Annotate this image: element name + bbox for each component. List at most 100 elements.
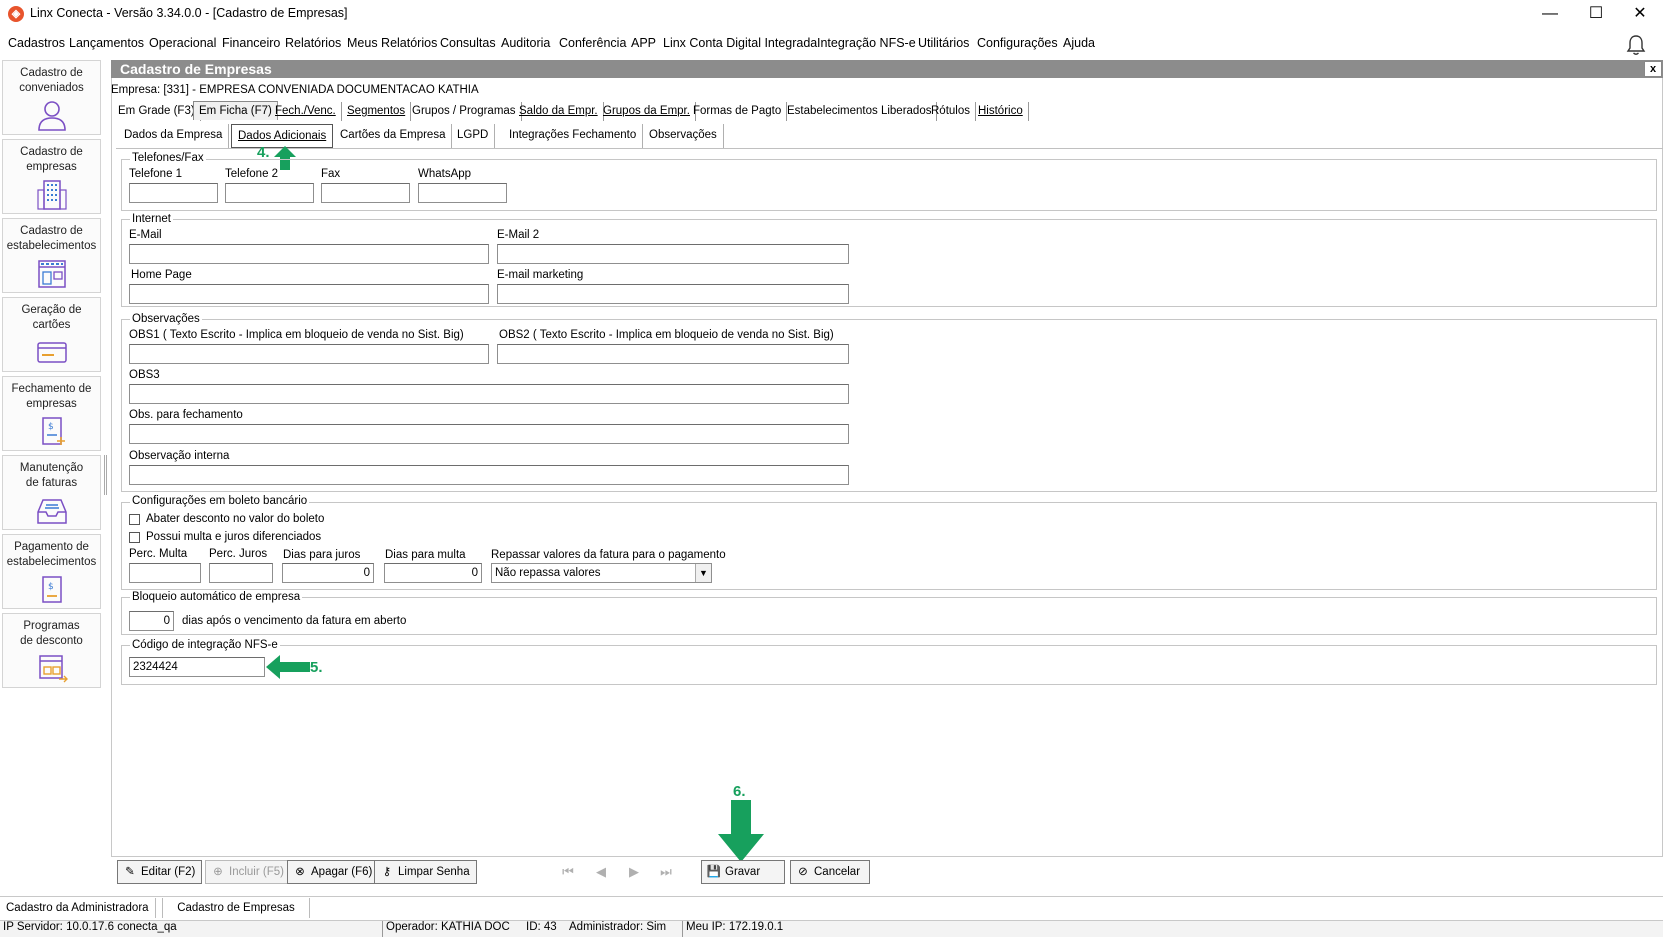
internet-title: Internet [130,213,173,225]
menu-integracao-nfse[interactable]: Integração NFS-e [817,36,916,50]
menu-lancamentos[interactable]: Lançamentos [69,36,144,50]
last-record-icon[interactable]: ⏭ [655,864,677,880]
perc-juros-input[interactable] [209,563,273,583]
discount-icon [38,655,68,683]
sidebar-item-faturas[interactable]: Manutenção de faturas [2,455,101,530]
gravar-button[interactable]: 💾 Gravar [701,860,785,884]
tab-integracoes-fechamento[interactable]: Integrações Fechamento [503,124,644,148]
tab-historico[interactable]: Histórico [973,102,1029,121]
bloqueio-dias-input[interactable]: 0 [129,611,174,631]
obs2-input[interactable] [497,344,849,364]
fax-input[interactable] [321,183,410,203]
cancelar-button[interactable]: ⊘ Cancelar [790,860,870,884]
menu-linx-conta-digital[interactable]: Linx Conta Digital Integrada [663,36,817,50]
form-close-button[interactable]: x [1644,61,1662,77]
sidebar-item-cartoes[interactable]: Geração de cartões [2,297,101,372]
boleto-title: Configurações em boleto bancário [130,495,310,507]
obs3-label: OBS3 [129,369,160,381]
dias-juros-input[interactable]: 0 [282,563,374,583]
editar-button[interactable]: ✎ Editar (F2) [117,860,203,884]
empresa-label: Empresa: [331] - EMPRESA CONVENIADA DOCU… [111,84,479,96]
sidebar-item-empresas[interactable]: Cadastro de empresas [2,139,101,214]
sidebar-item-estabelecimentos[interactable]: Cadastro de estabelecimentos [2,218,101,293]
tab-estabelecimentos-liberados[interactable]: Estabelecimentos Liberados [782,102,938,121]
email2-label: E-Mail 2 [497,229,540,241]
menu-utilitarios[interactable]: Utilitários [918,36,969,50]
tab-cartoes-empresa[interactable]: Cartões da Empresa [334,124,453,148]
tab-dados-adicionais[interactable]: Dados Adicionais [231,124,334,148]
repassar-select[interactable]: Não repassa valores ▼ [491,563,712,583]
menu-relatorios[interactable]: Relatórios [285,36,341,50]
dias-multa-input[interactable]: 0 [384,563,482,583]
fax-label: Fax [321,168,341,180]
minimize-button[interactable]: — [1527,0,1573,28]
menu-ajuda[interactable]: Ajuda [1063,36,1095,50]
tab-segmentos[interactable]: Segmentos [342,102,412,121]
menu-configuracoes[interactable]: Configurações [977,36,1058,50]
menu-conferencia[interactable]: Conferência [559,36,626,50]
apagar-button[interactable]: ⊗ Apagar (F6) [287,860,380,884]
obs3-input[interactable] [129,384,849,404]
sidebar-label: Fechamento de empresas [11,383,92,410]
next-record-icon[interactable]: ▶ [623,864,645,880]
menu-meus-relatorios[interactable]: Meus Relatórios [347,36,437,50]
status-servidor: IP Servidor: 10.0.17.6 conecta_qa [3,921,177,933]
menu-app[interactable]: APP [631,36,656,50]
obs-interna-label: Observação interna [129,450,230,462]
whatsapp-input[interactable] [418,183,507,203]
multa-juros-checkbox[interactable] [129,532,140,543]
prev-record-icon[interactable]: ◀ [590,864,612,880]
email-marketing-input[interactable] [497,284,849,304]
dias-juros-label: Dias para juros [283,549,361,561]
telefone1-input[interactable] [129,183,218,203]
sidebar-label: Cadastro de estabelecimentos [6,225,97,252]
menu-financeiro[interactable]: Financeiro [222,36,280,50]
abater-desconto-checkbox[interactable] [129,514,140,525]
perc-multa-input[interactable] [129,563,201,583]
menu-auditoria[interactable]: Auditoria [501,36,550,50]
tab-cadastro-administradora[interactable]: Cadastro da Administradora [0,898,156,918]
gravar-label: Gravar [725,866,761,878]
tab-cadastro-empresas[interactable]: Cadastro de Empresas [162,898,310,918]
tab-grupos-empr[interactable]: Grupos da Empr. [598,102,696,121]
menu-consultas[interactable]: Consultas [440,36,496,50]
telefone2-input[interactable] [225,183,314,203]
email-marketing-label: E-mail marketing [497,269,584,281]
sidebar-item-fechamento[interactable]: Fechamento de empresas $ [2,376,101,451]
annotation-5-label: 5. [310,659,323,676]
tab-dados-empresa[interactable]: Dados da Empresa [118,124,230,148]
first-record-icon[interactable]: ⏮ [557,864,579,880]
obs1-input[interactable] [129,344,489,364]
incluir-button[interactable]: ⊕ Incluir (F5) [205,860,291,884]
sidebar-item-pagamento[interactable]: Pagamento de estabelecimentos $ [2,534,101,609]
obs1-label: OBS1 ( Texto Escrito - Implica em bloque… [129,329,464,341]
sidebar-splitter[interactable] [104,455,107,495]
nfse-code-input[interactable]: 2324424 [129,657,265,677]
close-window-button[interactable]: ✕ [1617,0,1663,28]
inbox-icon [36,499,67,524]
tab-formas-pagto[interactable]: Formas de Pagto [688,102,788,121]
tab-rotulos[interactable]: Rótulos [926,102,976,121]
tab-em-ficha[interactable]: Em Ficha (F7) [193,101,278,120]
limpar-senha-button[interactable]: ⚷ Limpar Senha [374,860,477,884]
bell-icon[interactable] [1626,34,1646,56]
tab-fech-venc[interactable]: Fech./Venc. [270,102,342,121]
telefone2-label: Telefone 2 [225,168,279,180]
obs-interna-input[interactable] [129,465,849,485]
tab-em-grade[interactable]: Em Grade (F3) [113,102,201,121]
tab-saldo-empr[interactable]: Saldo da Empr. [514,102,604,121]
email-input[interactable] [129,244,489,264]
sidebar-item-desconto[interactable]: Programas de desconto [2,613,101,688]
tab-lgpd[interactable]: LGPD [451,124,496,148]
menu-cadastros[interactable]: Cadastros [8,36,65,50]
menu-operacional[interactable]: Operacional [149,36,216,50]
tab-observacoes[interactable]: Observações [643,124,724,148]
tab-grupos-programas[interactable]: Grupos / Programas [407,102,522,121]
status-meu-ip: Meu IP: 172.19.0.1 [682,921,783,937]
building-icon [36,180,67,210]
obs-fechamento-input[interactable] [129,424,849,444]
email2-input[interactable] [497,244,849,264]
homepage-input[interactable] [129,284,489,304]
sidebar-item-conveniados[interactable]: Cadastro de conveniados [2,60,101,135]
maximize-button[interactable]: ☐ [1573,0,1619,28]
